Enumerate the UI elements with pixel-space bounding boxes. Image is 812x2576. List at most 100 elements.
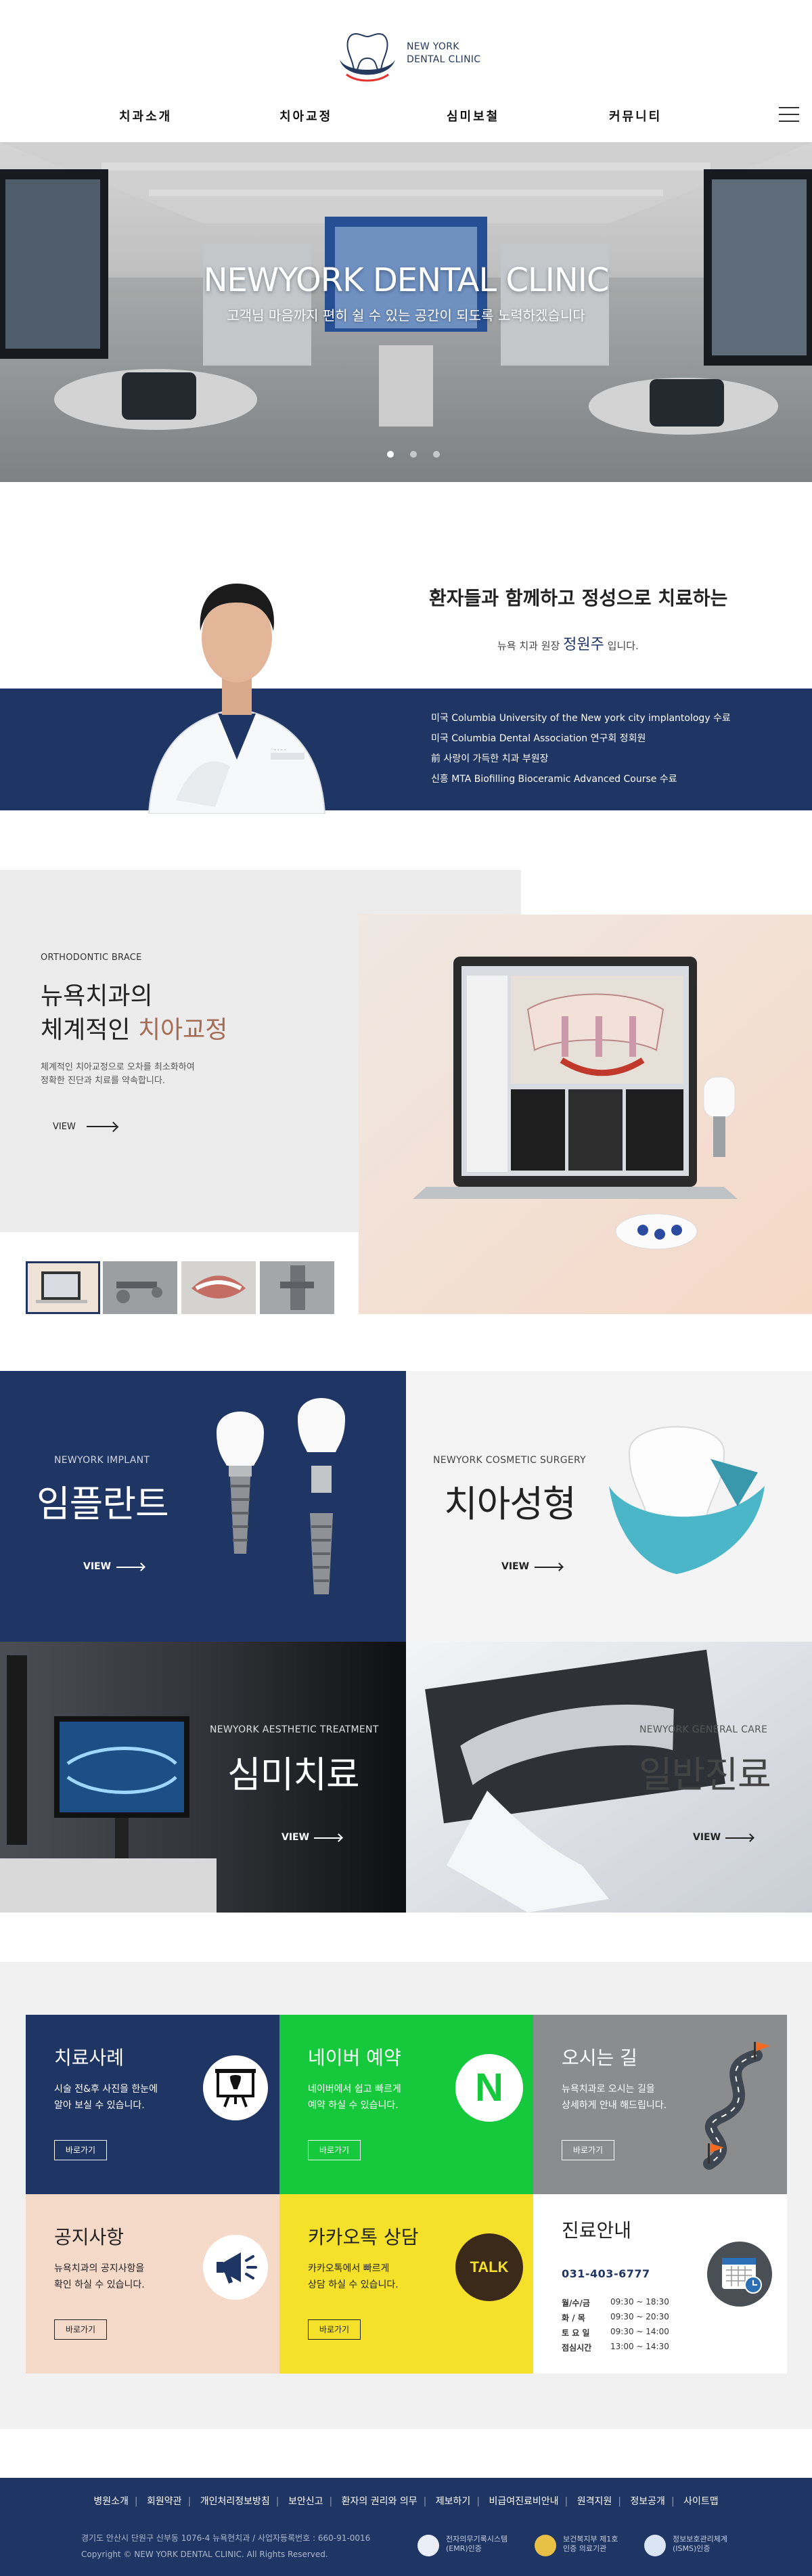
ortho-section-title: 뉴욕치과의 체계적인 치아교정 [41, 980, 227, 1047]
tile-desc-line: 네이버에서 쉽고 빠르게 [308, 2084, 401, 2095]
badge-line: 전자의무기록시스템 [446, 2535, 508, 2544]
arrow-right-icon [116, 1563, 145, 1571]
service-view-link[interactable]: VIEW [83, 1561, 111, 1572]
hours-row: 점심시간 13:00 ~ 14:30 [562, 2342, 669, 2353]
nav-item-about[interactable]: 치과소개 [119, 107, 172, 125]
slide-dot-2[interactable] [410, 451, 417, 458]
slide-dot-3[interactable] [433, 451, 440, 458]
go-button[interactable]: 바로가기 [308, 2319, 361, 2340]
services-grid: NEWYORK IMPLANT 임플란트 VIEW NEWYORK COSMET… [0, 1371, 812, 1913]
hours-time: 09:30 ~ 18:30 [610, 2297, 669, 2307]
footer-link[interactable]: 원격지원 [577, 2496, 612, 2507]
tile-desc: 시술 전&후 사진을 한눈에 알아 보실 수 있습니다. [54, 2081, 158, 2114]
service-card-aesthetic[interactable]: NEWYORK AESTHETIC TREATMENT 심미치료 VIEW [0, 1642, 406, 1913]
service-title: 치아성형 [444, 1483, 577, 1525]
clinic-phone[interactable]: 031-403-6777 [562, 2267, 650, 2280]
tile-notice[interactable]: 공지사항 뉴욕치과의 공지사항을 확인 하실 수 있습니다. 바로가기 [26, 2194, 279, 2374]
footer-link[interactable]: 병원소개 [93, 2496, 129, 2507]
tile-desc-line: 알아 보실 수 있습니다. [54, 2100, 145, 2111]
ortho-section-tag: ORTHODONTIC BRACE [41, 953, 142, 963]
footer-link[interactable]: 사이트맵 [683, 2496, 719, 2507]
service-view-link[interactable]: VIEW [501, 1561, 529, 1572]
hamburger-menu-icon[interactable] [779, 106, 799, 123]
go-button[interactable]: 바로가기 [54, 2319, 107, 2340]
doctor-headline: 환자들과 함께하고 정성으로 치료하는 [429, 587, 728, 609]
ortho-thumbnail-3[interactable] [181, 1261, 256, 1314]
service-card-implant[interactable]: NEWYORK IMPLANT 임플란트 VIEW [0, 1371, 406, 1642]
ortho-thumbnail-4[interactable] [260, 1261, 334, 1314]
ortho-thumbnail-2[interactable] [103, 1261, 177, 1314]
credential-item: 미국 Columbia University of the New york c… [431, 713, 731, 724]
credentials-band [0, 689, 812, 810]
tile-naver-reservation[interactable]: 네이버 예약 네이버에서 쉽고 빠르게 예약 하실 수 있습니다. 바로가기 N [279, 2015, 533, 2194]
doctor-name: 정원주 [563, 636, 604, 653]
arrow-right-icon [725, 1833, 754, 1842]
service-tag: NEWYORK COSMETIC SURGERY [433, 1455, 586, 1466]
ortho-title-line1: 뉴욕치과의 [41, 982, 153, 1010]
arrow-right-icon [535, 1563, 564, 1571]
badge-text: 보건복지부 제1호 인증 의료기관 [563, 2535, 618, 2554]
tile-kakao-consult[interactable]: 카카오톡 상담 카카오톡에서 빠르게 상담 하실 수 있습니다. 바로가기 TAL… [279, 2194, 533, 2374]
tile-desc-line: 예약 하실 수 있습니다. [308, 2100, 399, 2111]
tooth-logo-icon [340, 32, 395, 82]
go-button[interactable]: 바로가기 [308, 2140, 361, 2160]
slide-dot-1[interactable] [387, 451, 394, 458]
hours-day: 화 / 목 [562, 2313, 585, 2323]
service-title: 심미치료 [227, 1753, 360, 1796]
ortho-thumbnail-1[interactable] [26, 1261, 100, 1314]
service-title: 일반진료 [639, 1753, 771, 1796]
implant-illustration [217, 1398, 345, 1594]
logo-line1: NEW YORK [407, 41, 459, 52]
nav-item-aesthetic-prosthetics[interactable]: 심미보철 [447, 107, 499, 125]
doctor-portrait: · · · · [148, 584, 326, 814]
tile-desc-line: 상세하게 안내 해드립니다. [562, 2100, 667, 2111]
site-footer: 병원소개 | 회원약관 | 개인처리정보방침 | 보안신고 | 환자의 권리와 의무 | … [0, 2478, 812, 2576]
footer-link[interactable]: 비급여진료비안내 [489, 2496, 559, 2507]
footer-link[interactable]: 제보하기 [436, 2496, 471, 2507]
service-view-link[interactable]: VIEW [693, 1832, 721, 1843]
svg-text:· · · ·: · · · · [274, 747, 286, 753]
orthodontic-image [359, 915, 812, 1314]
tile-title: 공지사항 [54, 2226, 125, 2248]
badge-line: 인증 의료기관 [563, 2544, 607, 2553]
megaphone-icon [203, 2235, 268, 2300]
site-logo[interactable]: NEW YORK DENTAL CLINIC [337, 27, 486, 85]
footer-link[interactable]: 환자의 권리와 의무 [342, 2496, 418, 2507]
ortho-view-link[interactable]: VIEW [53, 1122, 76, 1132]
tile-treatment-cases[interactable]: 치료사례 시술 전&후 사진을 한눈에 알아 보실 수 있습니다. 바로가기 [26, 2015, 279, 2194]
service-card-general[interactable]: NEWYORK GENERAL CARE 일반진료 VIEW [406, 1642, 812, 1913]
naver-logo-icon: N [455, 2054, 523, 2122]
service-title: 임플란트 [37, 1483, 169, 1525]
go-button[interactable]: 바로가기 [562, 2140, 614, 2160]
tile-desc: 뉴욕치과로 오시는 길을상세하게 안내 해드립니다. [562, 2081, 667, 2114]
tile-desc: 네이버에서 쉽고 빠르게예약 하실 수 있습니다. [308, 2081, 401, 2114]
hours-day: 점심시간 [562, 2343, 592, 2353]
tile-directions[interactable]: 오시는 길 뉴욕치과로 오시는 길을 상세하게 안내 해드립니다. 바로가기 [533, 2015, 787, 2194]
tile-desc-line: 뉴욕치과로 오시는 길을 [562, 2084, 655, 2095]
footer-link[interactable]: 보안신고 [288, 2496, 323, 2507]
route-map-icon [703, 2042, 770, 2170]
hours-row: 토 요 일 09:30 ~ 14:00 [562, 2327, 669, 2338]
tile-desc-line: 카카오톡에서 빠르게 [308, 2263, 390, 2274]
tile-desc: 카카오톡에서 빠르게상담 하실 수 있습니다. [308, 2261, 399, 2293]
hours-time: 09:30 ~ 14:00 [610, 2327, 669, 2336]
nav-item-community[interactable]: 커뮤니티 [609, 107, 662, 125]
page: NEW YORK DENTAL CLINIC 치과소개 치아교정 심미보철 커뮤… [0, 0, 812, 2576]
service-card-cosmetic[interactable]: NEWYORK COSMETIC SURGERY 치아성형 VIEW [406, 1371, 812, 1642]
site-header: NEW YORK DENTAL CLINIC 치과소개 치아교정 심미보철 커뮤… [0, 0, 812, 142]
nav-item-orthodontics[interactable]: 치아교정 [279, 107, 332, 125]
footer-link[interactable]: 정보공개 [630, 2496, 665, 2507]
service-view-link[interactable]: VIEW [281, 1832, 309, 1843]
badge-text: 전자의무기록시스템 (EMR)인증 [446, 2535, 508, 2554]
go-button[interactable]: 바로가기 [54, 2140, 107, 2160]
quick-info-section: 치료사례 시술 전&후 사진을 한눈에 알아 보실 수 있습니다. 바로가기 네이… [0, 1962, 812, 2429]
footer-link[interactable]: 개인처리정보방침 [200, 2496, 270, 2507]
footer-links: 병원소개 | 회원약관 | 개인처리정보방침 | 보안신고 | 환자의 권리와 의무 | … [93, 2496, 719, 2507]
kakaotalk-logo-icon: TALK [455, 2233, 523, 2301]
badge-line: (EMR)인증 [446, 2544, 482, 2553]
hours-time: 09:30 ~ 20:30 [610, 2312, 669, 2321]
footer-link[interactable]: 회원약관 [147, 2496, 182, 2507]
logo-line2: DENTAL CLINIC [407, 54, 481, 65]
tile-desc-line: 상담 하실 수 있습니다. [308, 2279, 399, 2290]
tile-desc: 뉴욕치과의 공지사항을 확인 하실 수 있습니다. [54, 2261, 145, 2293]
